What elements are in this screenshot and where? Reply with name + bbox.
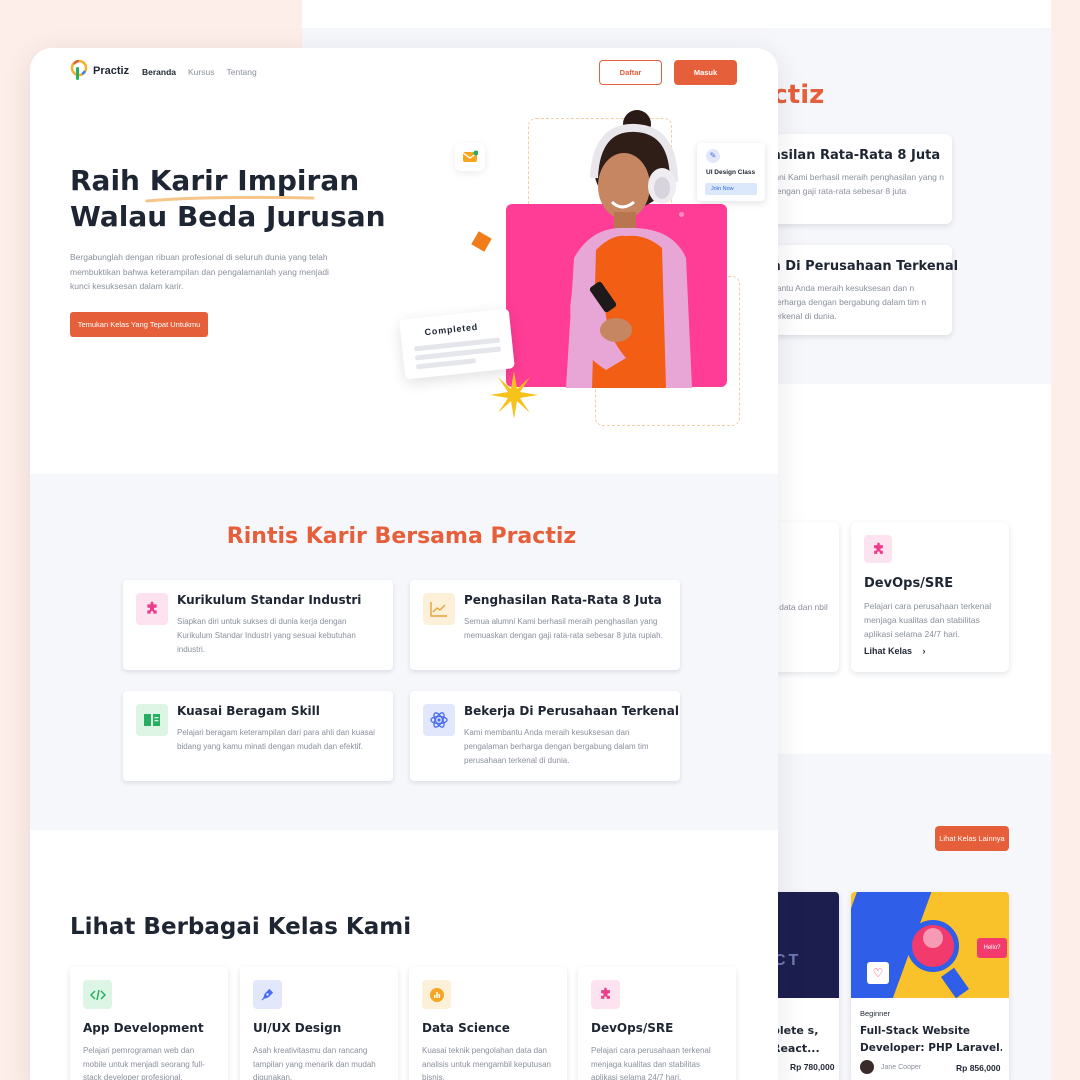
classes-section: Lihat Berbagai Kelas Kami App Developmen… [30,830,778,1080]
hero-description: Bergabunglah dengan ribuan profesional d… [70,252,329,291]
nav-link-beranda[interactable]: Beranda [142,67,176,77]
feature-card: Penghasilan Rata-Rata 8 Juta Semua alumn… [410,580,680,670]
completed-card: Completed [399,308,515,380]
feature-card: Kurikulum Standar Industri Siapkan diri … [123,580,393,670]
features-section: Rintis Karir Bersama Practiz Kurikulum S… [30,474,778,830]
join-now-button[interactable]: Join Now [705,183,757,195]
book-icon [136,704,168,736]
class-card-data-science[interactable]: Data Science Kuasai teknik pengolahan da… [409,967,567,1080]
lihat-kelas-lainnya-button[interactable]: Lihat Kelas Lainnya [935,826,1009,851]
woman-with-headphones-image [566,110,692,388]
starburst-decoration [490,371,538,419]
practiz-logo-icon [70,60,88,80]
nav-link-kursus[interactable]: Kursus [188,67,214,77]
ui-design-class-card[interactable]: ✎ UI Design Class Join Now [697,143,765,201]
title-underline-decoration [145,195,315,203]
back-course-card[interactable]: Hello? ♡ Beginner Full-Stack Website Dev… [851,892,1009,1080]
avatar [860,1060,874,1074]
code-icon [83,980,112,1009]
class-card-devops-sre[interactable]: DevOps/SRE Pelajari cara perusahaan terk… [578,967,736,1080]
back-class-card-devops[interactable]: DevOps/SRE Pelajari cara perusahaan terk… [851,522,1009,672]
puzzle-icon [864,535,892,563]
puzzle-icon [591,980,620,1009]
data-icon [422,980,451,1009]
hero-illustration: ✎ UI Design Class Join Now Completed [399,108,765,438]
heart-icon: ♡ [867,962,889,984]
mail-icon [455,143,485,171]
landing-page-preview: Practiz Beranda Kursus Tentang Daftar Ma… [30,48,778,1080]
features-title: Rintis Karir Bersama Practiz [226,524,577,549]
masuk-button[interactable]: Masuk [674,60,737,85]
pen-icon [253,980,282,1009]
nav-links: Beranda Kursus Tentang [142,67,257,77]
feature-card: Kuasai Beragam Skill Pelajari beragam ke… [123,691,393,781]
atom-icon [423,704,455,736]
navbar: Practiz Beranda Kursus Tentang Daftar Ma… [70,60,738,86]
class-card-uiux-design[interactable]: UI/UX Design Asah kreativitasmu dan ranc… [240,967,398,1080]
find-class-button[interactable]: Temukan Kelas Yang Tepat Untukmu [70,312,208,337]
course-thumbnail: Hello? ♡ [851,892,1009,998]
brand-logo[interactable]: Practiz [70,60,129,82]
classes-title: Lihat Berbagai Kelas Kami [70,914,412,940]
feature-card: Bekerja Di Perusahaan Terkenal Kami memb… [410,691,680,781]
compass-icon: ✎ [706,149,720,163]
chart-icon [423,593,455,625]
class-card-app-development[interactable]: App Development Pelajari pemrograman web… [70,967,228,1080]
diamond-decoration [471,231,492,252]
lihat-kelas-link[interactable]: Lihat Kelas › [864,646,926,656]
puzzle-icon [136,593,168,625]
nav-link-tentang[interactable]: Tentang [226,67,256,77]
daftar-button[interactable]: Daftar [599,60,662,85]
